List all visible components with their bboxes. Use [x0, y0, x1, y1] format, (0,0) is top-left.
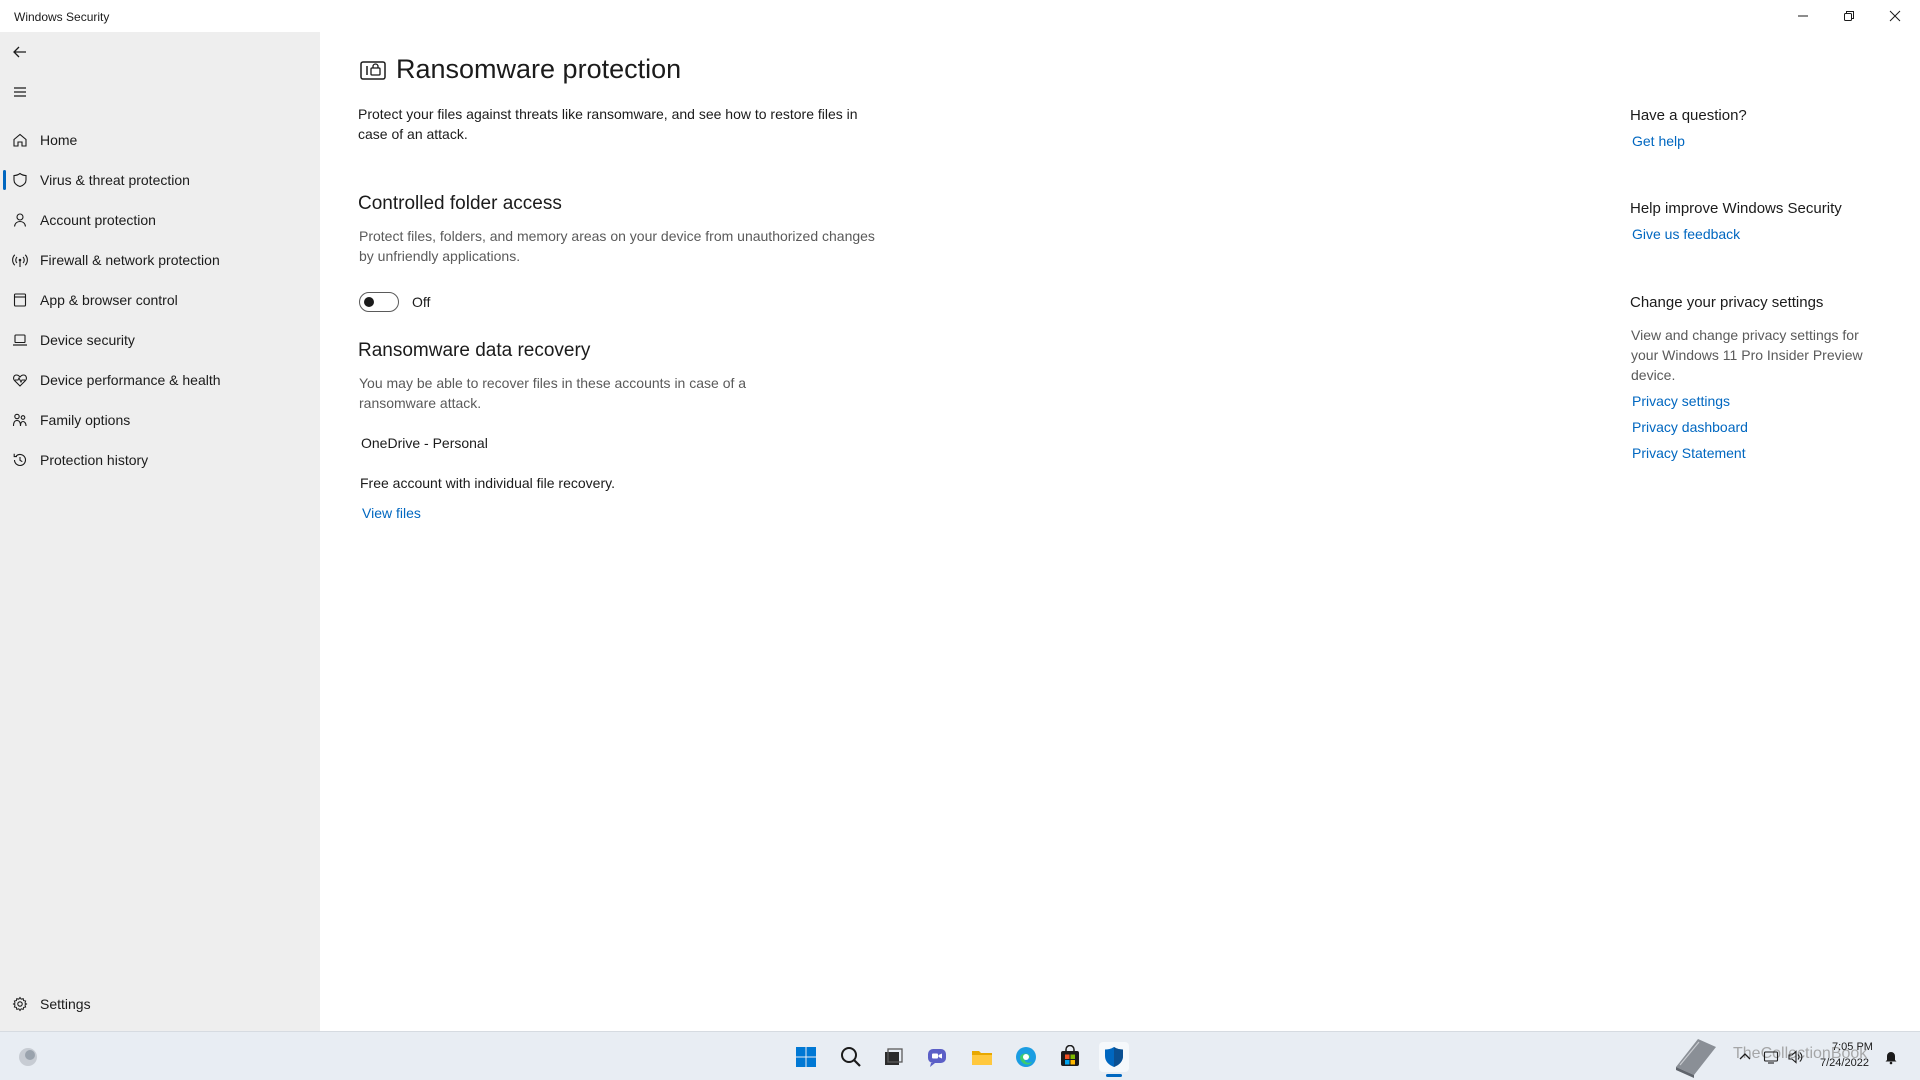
controlled-folder-access-title: Controlled folder access: [358, 193, 562, 214]
ransomware-protection-icon: [360, 61, 386, 80]
help-improve-title: Help improve Windows Security: [1630, 200, 1842, 217]
active-app-indicator: [1106, 1074, 1122, 1077]
privacy-settings-title: Change your privacy settings: [1630, 294, 1824, 311]
ransomware-data-recovery-description: You may be able to recover files in thes…: [359, 375, 747, 411]
menu-button[interactable]: [8, 80, 32, 104]
privacy-statement-link[interactable]: Privacy Statement: [1632, 445, 1746, 461]
app-window-icon: [11, 291, 29, 309]
sidebar-item-home[interactable]: Home: [0, 120, 320, 160]
sidebar-item-label: Virus & threat protection: [40, 172, 190, 188]
chat-icon: [928, 1049, 946, 1067]
toggle-state-label: Off: [412, 294, 431, 310]
main-content: Ransomware protection Protect your files…: [320, 32, 1920, 1031]
chevron-up-icon: [1739, 1053, 1751, 1060]
start-icon: [796, 1047, 816, 1067]
sidebar-item-device-security[interactable]: Device security: [0, 320, 320, 360]
controlled-folder-access-toggle[interactable]: [359, 292, 399, 312]
edge-icon: [1016, 1047, 1036, 1067]
network-icon: [1763, 1051, 1779, 1064]
sidebar-item-settings[interactable]: Settings: [0, 984, 320, 1024]
show-hidden-icons-button[interactable]: [1736, 1048, 1754, 1066]
title-bar: Windows Security: [0, 0, 1920, 32]
close-button[interactable]: [1872, 0, 1918, 32]
search-icon: [841, 1047, 861, 1067]
store-button[interactable]: [1055, 1042, 1085, 1072]
back-arrow-icon: [13, 46, 26, 58]
file-explorer-button[interactable]: [967, 1042, 997, 1072]
back-button[interactable]: [8, 40, 32, 64]
get-help-link[interactable]: Get help: [1632, 133, 1685, 149]
view-files-link[interactable]: View files: [362, 505, 421, 521]
recovery-account-detail: Free account with individual file recove…: [360, 475, 615, 491]
recovery-account-name: OneDrive - Personal: [361, 435, 488, 451]
history-icon: [11, 451, 29, 469]
restore-button[interactable]: [1826, 0, 1872, 32]
active-indicator: [3, 170, 6, 190]
notifications-button[interactable]: [1882, 1048, 1900, 1066]
privacy-settings-link[interactable]: Privacy settings: [1632, 393, 1730, 409]
sidebar-item-protection-history[interactable]: Protection history: [0, 440, 320, 480]
hamburger-menu-icon: [14, 87, 26, 97]
store-icon: [1061, 1045, 1079, 1066]
windows-security-button[interactable]: [1099, 1042, 1129, 1072]
controlled-folder-access-description: Protect files, folders, and memory areas…: [359, 228, 875, 264]
sidebar-item-device-performance-health[interactable]: Device performance & health: [0, 360, 320, 400]
task-view-button[interactable]: [878, 1042, 908, 1072]
sidebar-item-family-options[interactable]: Family options: [0, 400, 320, 440]
give-feedback-link[interactable]: Give us feedback: [1632, 226, 1740, 242]
sidebar-item-label: Device performance & health: [40, 372, 221, 388]
sidebar-item-label: Settings: [40, 996, 91, 1012]
family-icon: [11, 411, 29, 429]
book-logo-icon: [1676, 1039, 1716, 1078]
page-description: Protect your files against threats like …: [358, 106, 858, 142]
toggle-knob: [364, 297, 374, 307]
clock-time[interactable]: 7:05 PM: [1832, 1041, 1873, 1053]
laptop-icon: [11, 331, 29, 349]
window-title: Windows Security: [14, 10, 110, 24]
start-button[interactable]: [791, 1042, 821, 1072]
gear-icon: [11, 995, 29, 1013]
task-view-icon: [885, 1048, 903, 1065]
search-button[interactable]: [836, 1042, 866, 1072]
have-question-title: Have a question?: [1630, 107, 1747, 124]
taskbar: TheCollectionBook 7:05 PM 7/24/2022: [0, 1031, 1920, 1080]
page-title: Ransomware protection: [396, 54, 682, 84]
sidebar-item-label: Firewall & network protection: [40, 252, 220, 268]
file-explorer-icon: [972, 1051, 992, 1065]
sidebar-item-label: Device security: [40, 332, 135, 348]
sidebar-item-label: App & browser control: [40, 292, 178, 308]
shield-icon: [11, 171, 29, 189]
wireless-icon: [11, 251, 29, 269]
network-button[interactable]: [1762, 1048, 1780, 1066]
close-icon: [1889, 10, 1901, 22]
sidebar-item-account-protection[interactable]: Account protection: [0, 200, 320, 240]
chat-button[interactable]: [922, 1042, 952, 1072]
volume-button[interactable]: [1786, 1048, 1804, 1066]
widgets-button[interactable]: [13, 1042, 43, 1072]
sidebar: Home Virus & threat protection Account p…: [0, 32, 320, 1031]
sidebar-item-virus-threat-protection[interactable]: Virus & threat protection: [0, 160, 320, 200]
restore-icon: [1844, 11, 1854, 21]
windows-security-icon: [1105, 1047, 1123, 1067]
person-icon: [11, 211, 29, 229]
sidebar-item-label: Family options: [40, 412, 131, 428]
sidebar-item-label: Account protection: [40, 212, 156, 228]
sidebar-item-firewall-network-protection[interactable]: Firewall & network protection: [0, 240, 320, 280]
home-icon: [11, 131, 29, 149]
sidebar-item-label: Home: [40, 132, 78, 148]
notification-bell-icon: [1885, 1052, 1897, 1065]
edge-button[interactable]: [1011, 1042, 1041, 1072]
ransomware-data-recovery-title: Ransomware data recovery: [358, 340, 591, 361]
minimize-icon: [1798, 15, 1808, 17]
heart-pulse-icon: [11, 371, 29, 389]
sidebar-item-app-browser-control[interactable]: App & browser control: [0, 280, 320, 320]
minimize-button[interactable]: [1780, 0, 1826, 32]
speaker-icon: [1788, 1050, 1803, 1064]
clock-date[interactable]: 7/24/2022: [1820, 1057, 1869, 1069]
privacy-settings-description: View and change privacy settings for you…: [1631, 327, 1863, 383]
sidebar-item-label: Protection history: [40, 452, 149, 468]
privacy-dashboard-link[interactable]: Privacy dashboard: [1632, 419, 1748, 435]
weather-widget-icon: [19, 1048, 37, 1066]
